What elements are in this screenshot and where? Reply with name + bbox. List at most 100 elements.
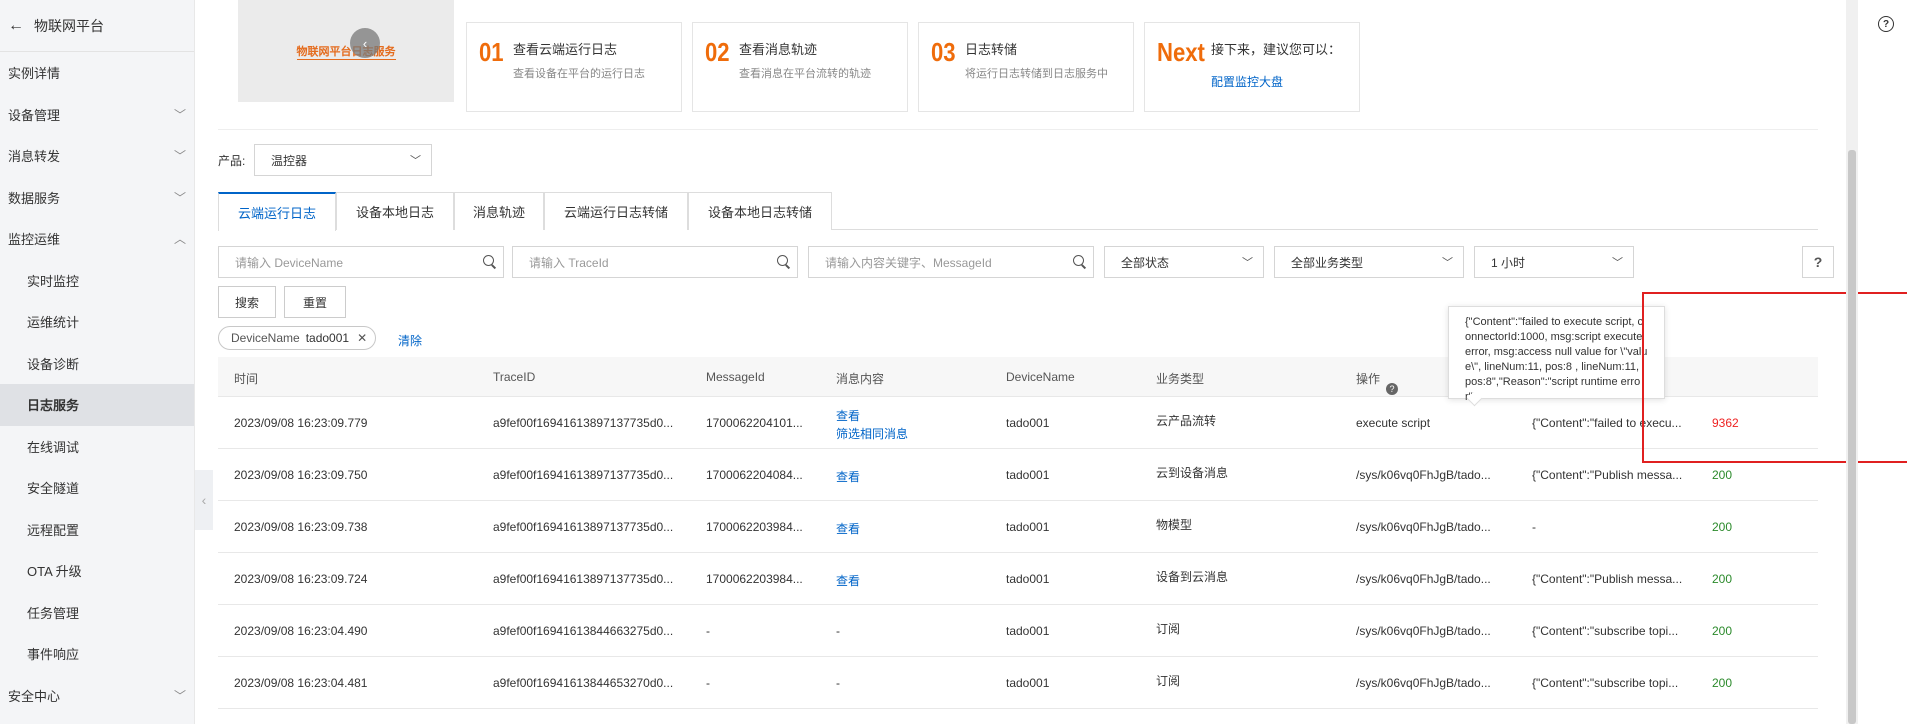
product-select[interactable]: 温控器 ﹀: [254, 144, 432, 176]
tab-message-trace[interactable]: 消息轨迹: [454, 192, 544, 230]
sidebar-item[interactable]: 实例详情: [0, 52, 194, 94]
log-tabs: 云端运行日志 设备本地日志 消息轨迹 云端运行日志转储 设备本地日志转储: [218, 192, 1818, 231]
chevron-icon: ﹀: [173, 688, 186, 703]
cell-biz-type: 设备到云消息: [1156, 570, 1229, 584]
cell-device-name: tado001: [1006, 520, 1050, 534]
time-range-select[interactable]: 1 小时 ﹀: [1474, 246, 1634, 278]
cell-biz-type: 订阅: [1156, 622, 1181, 636]
intro-video[interactable]: 物联网平台日志服务 ‹: [238, 0, 454, 102]
cell-content: {"Content":"subscribe topi...: [1532, 624, 1679, 638]
close-icon[interactable]: ✕: [357, 331, 367, 345]
view-link[interactable]: 查看: [836, 572, 860, 589]
sidebar-item-label: 远程配置: [27, 522, 80, 538]
question-icon[interactable]: ?: [1386, 383, 1399, 395]
play-icon[interactable]: ‹: [350, 28, 380, 58]
col-trace-id: TraceID: [493, 370, 536, 384]
sidebar-item[interactable]: 远程配置: [0, 509, 194, 551]
guide-step-1[interactable]: 01 查看云端运行日志 查看设备在平台的运行日志: [466, 22, 682, 112]
search-icon[interactable]: [777, 255, 791, 269]
sidebar-item[interactable]: 安全隧道: [0, 467, 194, 509]
tab-cloud-log-dump[interactable]: 云端运行日志转储: [544, 192, 688, 230]
trace-id-input[interactable]: 请输入 TraceId: [512, 246, 798, 278]
table-row: 2023/09/08 16:23:09.750 a9fef00f169416138…: [218, 449, 1818, 501]
sidebar-menu: 实例详情设备管理 ﹀ 消息转发 ﹀ 数据服务 ﹀ 监控运维 ︿ 实时监控运维统计设备诊断日志服务…: [0, 52, 194, 716]
sidebar-item[interactable]: 设备管理 ﹀: [0, 94, 194, 136]
sidebar-item-label: 安全隧道: [27, 481, 80, 497]
sidebar-item[interactable]: 在线调试: [0, 426, 194, 468]
question-circle-icon[interactable]: ?: [1878, 16, 1894, 32]
view-link[interactable]: 查看: [836, 407, 860, 424]
chevron-down-icon: ﹀: [1612, 257, 1623, 269]
content-keyword-input[interactable]: 请输入内容关键字、MessageId: [808, 246, 1094, 278]
search-button[interactable]: 搜索: [218, 286, 276, 318]
cell-status: 200: [1712, 624, 1733, 638]
monitor-dashboard-link[interactable]: 配置监控大盘: [1211, 73, 1283, 90]
sidebar-item[interactable]: 任务管理: [0, 592, 194, 634]
filter-same-message-link[interactable]: 筛选相同消息: [836, 425, 908, 442]
guide-step-2[interactable]: 02 查看消息轨迹 查看消息在平台流转的轨迹: [692, 22, 908, 112]
back-to-console[interactable]: ← 物联网平台: [0, 0, 194, 52]
log-table: 时间 TraceID MessageId 消息内容 DeviceName 业务类…: [218, 357, 1818, 709]
sidebar: ← 物联网平台 实例详情设备管理 ﹀ 消息转发 ﹀ 数据服务 ﹀ 监控运维 ︿ 实时监控运维统计…: [0, 0, 195, 724]
back-label: 物联网平台: [34, 17, 104, 34]
tab-cloud-log[interactable]: 云端运行日志: [218, 192, 336, 231]
view-link[interactable]: 查看: [836, 468, 860, 485]
sidebar-item[interactable]: 监控运维 ︿: [0, 218, 194, 260]
guide-step-3[interactable]: 03 日志转储 将运行日志转储到日志服务中: [918, 22, 1134, 112]
page-scrollbar[interactable]: [1846, 0, 1858, 724]
status-select[interactable]: 全部状态 ﹀: [1104, 246, 1264, 278]
search-icon[interactable]: [483, 255, 497, 269]
filter-chip: DeviceName tado001 ✕: [218, 326, 377, 350]
cell-time: 2023/09/08 16:23:09.779: [234, 416, 368, 430]
sidebar-item[interactable]: 事件响应: [0, 633, 194, 675]
device-name-input[interactable]: 请输入 DeviceName: [218, 246, 504, 278]
cell-message-content: -: [836, 624, 840, 638]
guide-panel: 物联网平台日志服务 ‹ 01 查看云端运行日志 查看设备在平台的运行日志 02 …: [218, 0, 1818, 130]
sidebar-item[interactable]: 实时监控: [0, 260, 194, 302]
sidebar-item-label: 监控运维: [8, 232, 61, 248]
sidebar-item-label: 实例详情: [8, 66, 61, 82]
sidebar-item[interactable]: 设备诊断: [0, 343, 194, 385]
help-button[interactable]: ?: [1802, 246, 1834, 278]
step-title: 查看云端运行日志: [513, 42, 618, 57]
sidebar-item-label: 运维统计: [27, 315, 80, 331]
cell-biz-type: 订阅: [1156, 674, 1181, 688]
table-body: 2023/09/08 16:23:09.779 a9fef00f169416138…: [218, 397, 1818, 709]
tab-device-local-log[interactable]: 设备本地日志: [336, 192, 454, 230]
sidebar-collapse-handle[interactable]: ‹: [195, 470, 213, 530]
sidebar-item-label: 任务管理: [27, 605, 80, 621]
cell-operation: /sys/k06vq0FhJgB/tado...: [1356, 676, 1491, 690]
view-link[interactable]: 查看: [836, 520, 860, 537]
tab-device-log-dump[interactable]: 设备本地日志转储: [688, 192, 832, 230]
content-keyword-placeholder: 请输入内容关键字、MessageId: [825, 255, 992, 270]
sidebar-item-label: OTA 升级: [27, 564, 82, 580]
sidebar-item-label: 实时监控: [27, 273, 80, 289]
chip-key: DeviceName: [231, 331, 300, 345]
chevron-icon: ﹀: [173, 149, 186, 164]
product-label: 产品:: [218, 154, 246, 168]
biz-type-select[interactable]: 全部业务类型 ﹀: [1274, 246, 1464, 278]
clear-filters-link[interactable]: 清除: [398, 332, 422, 349]
sidebar-item-label: 设备诊断: [27, 356, 80, 372]
reset-button[interactable]: 重置: [284, 286, 346, 318]
sidebar-item[interactable]: 消息转发 ﹀: [0, 135, 194, 177]
cell-device-name: tado001: [1006, 468, 1050, 482]
sidebar-item[interactable]: OTA 升级: [0, 550, 194, 592]
time-range-value: 1 小时: [1491, 255, 1526, 270]
cell-device-name: tado001: [1006, 416, 1050, 430]
sidebar-item[interactable]: 数据服务 ﹀: [0, 177, 194, 219]
scrollbar-thumb[interactable]: [1848, 150, 1856, 724]
cell-content: {"Content":"subscribe topi...: [1532, 676, 1679, 690]
col-operation-label: 操作: [1356, 372, 1381, 386]
sidebar-item[interactable]: 运维统计: [0, 301, 194, 343]
col-message-content: 消息内容: [836, 372, 885, 386]
search-icon[interactable]: [1073, 255, 1087, 269]
sidebar-item[interactable]: 日志服务: [0, 384, 194, 426]
sidebar-item[interactable]: 安全中心 ﹀: [0, 675, 194, 717]
cell-message-id: -: [706, 676, 710, 690]
product-value: 温控器: [271, 153, 308, 168]
next-label: Next: [1157, 37, 1205, 67]
table-row: 2023/09/08 16:23:04.481 a9fef00f169416138…: [218, 657, 1818, 709]
guide-next: Next 接下来，建议您可以： 配置监控大盘: [1144, 22, 1360, 112]
next-title: 接下来，建议您可以：: [1211, 42, 1342, 57]
